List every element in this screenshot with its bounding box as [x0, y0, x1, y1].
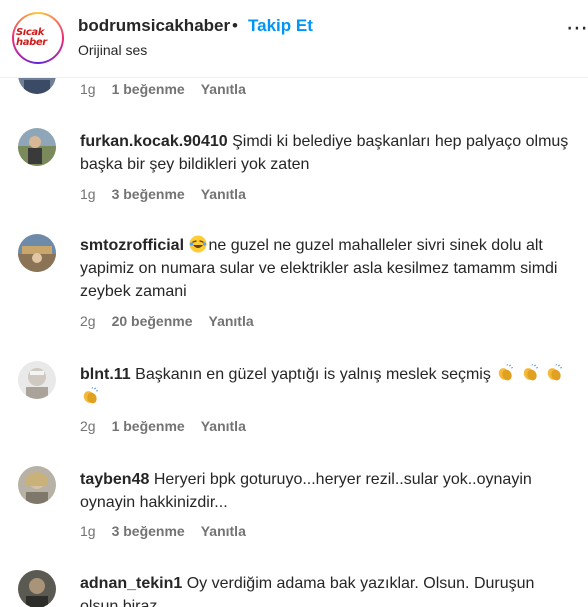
- more-options-icon[interactable]: ⋯: [566, 17, 588, 44]
- reply-button[interactable]: Yanıtla: [201, 418, 246, 434]
- comment-text: Başkanın en güzel yaptığı is yalnış mesl…: [135, 366, 491, 383]
- comment-time: 2g: [80, 418, 96, 434]
- reply-button[interactable]: Yanıtla: [209, 313, 254, 329]
- clapping-hands-icon: [81, 386, 99, 405]
- comments-panel: 1g 1 beğenme Yanıtla furkan.kocak.90410 …: [0, 0, 588, 607]
- laughing-face-icon: [189, 235, 207, 253]
- reply-button[interactable]: Yanıtla: [201, 81, 246, 97]
- comment-meta: 1g 3 beğenme Yanıtla: [80, 186, 246, 202]
- audio-label[interactable]: Orijinal ses: [78, 42, 147, 58]
- comment-username[interactable]: smtozrofficial: [80, 237, 184, 254]
- comment-body: blnt.11 Başkanın en güzel yaptığı is yal…: [80, 363, 574, 409]
- avatar[interactable]: [18, 128, 56, 166]
- clapping-hands-icon: [521, 363, 539, 382]
- follow-button[interactable]: Takip Et: [248, 16, 313, 36]
- comment-meta: 1g 1 beğenme Yanıtla: [80, 81, 246, 97]
- clapping-hands-icon: [496, 363, 514, 382]
- comment-time: 1g: [80, 186, 96, 202]
- comment-username[interactable]: tayben48: [80, 471, 149, 488]
- comment-time: 2g: [80, 313, 96, 329]
- clapping-hands-icon: [545, 363, 563, 382]
- comment-username[interactable]: furkan.kocak.90410: [80, 133, 228, 150]
- avatar[interactable]: [18, 234, 56, 272]
- comment-meta: 1g 3 beğenme Yanıtla: [80, 523, 246, 539]
- header-username[interactable]: bodrumsicakhaber: [78, 16, 230, 36]
- comment-body: tayben48 Heryeri bpk goturuyo...heryer r…: [80, 468, 574, 514]
- reply-button[interactable]: Yanıtla: [201, 523, 246, 539]
- header-separator: •: [232, 16, 238, 35]
- comment-likes[interactable]: 20 beğenme: [112, 313, 193, 329]
- avatar[interactable]: [18, 466, 56, 504]
- post-header: Sıcak haber bodrumsicakhaber • Takip Et …: [0, 0, 588, 78]
- comment-likes[interactable]: 1 beğenme: [112, 81, 185, 97]
- comment-body: furkan.kocak.90410 Şimdi ki belediye baş…: [80, 130, 574, 176]
- comment-time: 1g: [80, 523, 96, 539]
- comment-likes[interactable]: 3 beğenme: [112, 523, 185, 539]
- reply-button[interactable]: Yanıtla: [201, 186, 246, 202]
- comment-time: 1g: [80, 81, 96, 97]
- comment-likes[interactable]: 3 beğenme: [112, 186, 185, 202]
- comment-username[interactable]: blnt.11: [80, 366, 131, 383]
- comment-username[interactable]: adnan_tekin1: [80, 575, 182, 592]
- logo-text: Sıcak haber: [16, 27, 47, 48]
- profile-logo: Sıcak haber: [14, 14, 62, 62]
- profile-avatar[interactable]: Sıcak haber: [12, 12, 64, 64]
- avatar[interactable]: [18, 361, 56, 399]
- comment-meta: 2g 20 beğenme Yanıtla: [80, 313, 254, 329]
- comment-body: adnan_tekin1 Oy verdiğim adama bak yazık…: [80, 572, 574, 607]
- comment-meta: 2g 1 beğenme Yanıtla: [80, 418, 246, 434]
- avatar[interactable]: [18, 570, 56, 607]
- comment-body: smtozrofficial ne guzel ne guzel mahalle…: [80, 234, 574, 303]
- comment-likes[interactable]: 1 beğenme: [112, 418, 185, 434]
